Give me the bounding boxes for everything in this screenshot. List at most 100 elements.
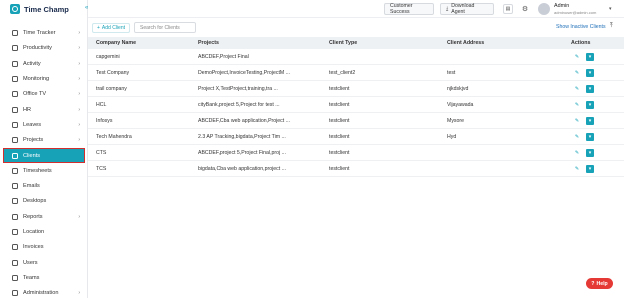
sidebar-item-label: Office TV xyxy=(23,90,47,97)
chevron-right-icon: › xyxy=(78,136,80,143)
sidebar-item-location[interactable]: Location xyxy=(4,225,84,238)
sidebar-item-emails[interactable]: Emails xyxy=(4,179,84,192)
download-icon: ⤓ xyxy=(446,5,449,12)
sidebar-item-desktops[interactable]: Desktops xyxy=(4,194,84,207)
cell-client-type: testclient xyxy=(329,117,350,124)
archive-icon[interactable]: ▾ xyxy=(586,69,594,77)
show-inactive-clients-link[interactable]: Show Inactive Clients xyxy=(556,24,606,30)
table-row: Tech Mahendra 2.3 AP Tracking,bigdata,Pr… xyxy=(88,129,624,145)
sidebar-item-label: Teams xyxy=(23,274,40,281)
sidebar-item-reports[interactable]: Reports › xyxy=(4,210,84,223)
cell-client-type: testclient xyxy=(329,149,350,156)
cell-company: CTS xyxy=(96,149,107,156)
download-agent-label: Download Agent xyxy=(451,3,475,15)
cell-client-type: testclient xyxy=(329,133,350,140)
cell-company: Tech Mahendra xyxy=(96,133,132,140)
edit-icon[interactable]: ✎ xyxy=(573,165,581,173)
customer-success-button[interactable]: Customer Success xyxy=(384,3,434,15)
cell-projects: ABCDEF,Cba web application,Project ... xyxy=(198,117,290,124)
chevron-right-icon: › xyxy=(78,44,80,51)
user-name: Admin xyxy=(554,3,570,9)
table-row: Test Company DemoProject,InvoiceTesting,… xyxy=(88,65,624,81)
sidebar-item-timesheets[interactable]: Timesheets xyxy=(4,164,84,177)
sidebar-item-leaves[interactable]: Leaves › xyxy=(4,118,84,131)
hr-icon xyxy=(12,106,18,113)
archive-icon[interactable]: ▾ xyxy=(586,165,594,173)
sidebar-item-projects[interactable]: Projects › xyxy=(4,133,84,146)
sidebar-item-clients[interactable]: Clients xyxy=(3,148,85,163)
sidebar-item-hr[interactable]: HR › xyxy=(4,103,84,116)
edit-icon[interactable]: ✎ xyxy=(573,69,581,77)
edit-icon[interactable]: ✎ xyxy=(573,117,581,125)
archive-icon[interactable]: ▾ xyxy=(586,117,594,125)
cell-address: Vijayawada xyxy=(447,101,474,108)
sidebar-item-administration[interactable]: Administration › xyxy=(4,286,84,298)
report-icon xyxy=(12,213,18,220)
help-button[interactable]: ? Help xyxy=(586,278,613,289)
user-email: adminuser@admin.com xyxy=(554,10,597,15)
archive-icon[interactable]: ▾ xyxy=(586,53,594,61)
add-client-label: Add Client xyxy=(101,25,125,31)
edit-icon[interactable]: ✎ xyxy=(573,101,581,109)
cell-address: njkdskjvd xyxy=(447,85,469,92)
cell-company: Infosys xyxy=(96,117,113,124)
search-input[interactable] xyxy=(134,22,196,33)
clients-table: Company Name Projects Client Type Client… xyxy=(88,37,624,177)
sidebar-item-label: Emails xyxy=(23,182,40,189)
archive-icon[interactable]: ▾ xyxy=(586,149,594,157)
avatar[interactable] xyxy=(538,3,550,15)
chevron-right-icon: › xyxy=(78,60,80,67)
archive-icon[interactable]: ▾ xyxy=(586,101,594,109)
archive-icon[interactable]: ▾ xyxy=(586,85,594,93)
col-actions: Actions xyxy=(571,40,591,46)
chevron-right-icon: › xyxy=(78,289,80,296)
cell-client-type: testclient xyxy=(329,165,350,172)
sidebar-item-label: HR xyxy=(23,106,32,113)
sidebar-item-monitoring[interactable]: Monitoring › xyxy=(4,72,84,85)
archive-icon[interactable]: ▾ xyxy=(586,133,594,141)
timesheet-icon xyxy=(12,167,18,174)
edit-icon[interactable]: ✎ xyxy=(573,85,581,93)
chevron-right-icon: › xyxy=(78,121,80,128)
cell-client-type: testclient xyxy=(329,85,350,92)
sidebar-item-teams[interactable]: Teams xyxy=(4,271,84,284)
mail-icon xyxy=(12,182,18,189)
sidebar-item-label: Reports xyxy=(23,213,43,220)
download-agent-button[interactable]: ⤓ Download Agent xyxy=(440,3,494,15)
cell-company: trail company xyxy=(96,85,127,92)
chevron-down-icon[interactable]: ▾ xyxy=(609,6,612,12)
cell-company: Test Company xyxy=(96,69,130,76)
sidebar-item-users[interactable]: Users xyxy=(4,256,84,269)
activity-icon xyxy=(12,60,18,67)
chevron-right-icon: › xyxy=(78,75,80,82)
sidebar-item-invoices[interactable]: Invoices xyxy=(4,240,84,253)
teams-icon xyxy=(12,274,18,281)
person-icon xyxy=(12,152,18,159)
sidebar-item-time-tracker[interactable]: Time Tracker › xyxy=(4,26,84,39)
edit-icon[interactable]: ✎ xyxy=(573,133,581,141)
brand[interactable]: Time Champ xyxy=(0,0,87,18)
sidebar-item-label: Location xyxy=(23,228,45,235)
export-icon[interactable]: ⤒ xyxy=(610,23,613,30)
table-header: Company Name Projects Client Type Client… xyxy=(88,37,624,49)
cell-projects: 2.3 AP Tracking,bigdata,Project Tim ... xyxy=(198,133,286,140)
edit-icon[interactable]: ✎ xyxy=(573,53,581,61)
invoice-icon xyxy=(12,243,18,250)
calendar-icon xyxy=(12,121,18,128)
sidebar-item-label: Monitoring xyxy=(23,75,50,82)
sidebar-item-label: Activity xyxy=(23,60,41,67)
sidebar-item-office-tv[interactable]: Office TV › xyxy=(4,87,84,100)
col-client-type: Client Type xyxy=(329,40,358,46)
sidebar-item-productivity[interactable]: Productivity › xyxy=(4,41,84,54)
document-icon[interactable]: ▤ xyxy=(503,4,513,14)
gear-icon[interactable]: ⚙ xyxy=(520,4,530,14)
add-client-button[interactable]: + Add Client xyxy=(92,23,130,33)
cell-projects: ABCDEF,project 5,Project Final,proj ... xyxy=(198,149,286,156)
cell-projects: ABCDEF,Project Final xyxy=(198,53,249,60)
sidebar-item-activity[interactable]: Activity › xyxy=(4,57,84,70)
table-row: HCL cityBank,project 5,Project for test … xyxy=(88,97,624,113)
chart-icon xyxy=(12,44,18,51)
edit-icon[interactable]: ✎ xyxy=(573,149,581,157)
monitor-icon xyxy=(12,75,18,82)
cell-projects: Project X,TestProject,training,tra ... xyxy=(198,85,278,92)
